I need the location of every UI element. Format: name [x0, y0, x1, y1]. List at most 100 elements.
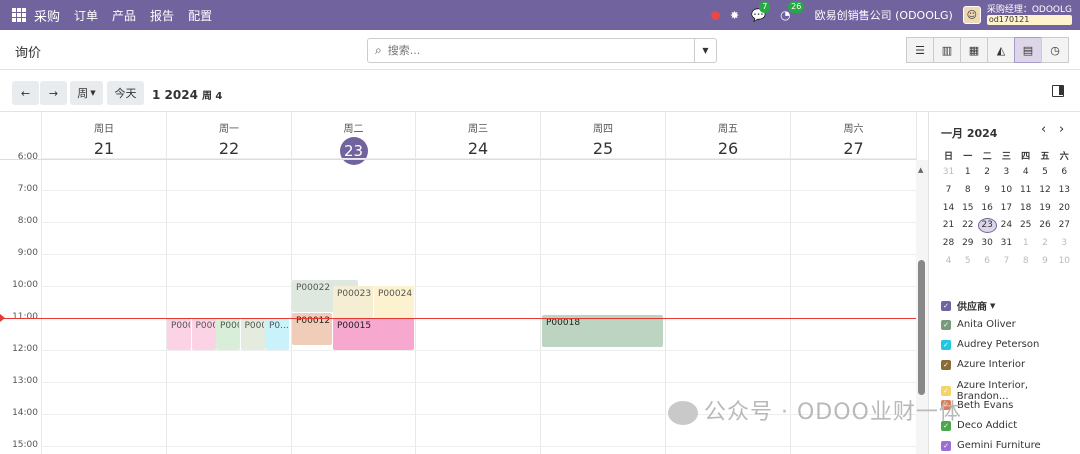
calendar-event[interactable]: P00024: [374, 286, 414, 318]
mini-day[interactable]: 5: [1036, 167, 1055, 177]
checkbox-icon[interactable]: ✓: [941, 359, 951, 370]
day-header[interactable]: 周六 27: [790, 112, 916, 160]
mini-day[interactable]: 9: [1036, 256, 1055, 266]
search-input[interactable]: [387, 44, 668, 57]
mini-day[interactable]: 28: [939, 238, 958, 248]
mini-day[interactable]: 21: [939, 220, 958, 230]
mini-day[interactable]: 10: [1055, 256, 1074, 266]
mini-day[interactable]: 26: [1036, 220, 1055, 230]
scale-dropdown[interactable]: 周 ▼: [70, 81, 103, 105]
kanban-view-button[interactable]: ▥: [933, 37, 961, 63]
mini-day[interactable]: 24: [997, 220, 1016, 230]
activity-icon[interactable]: ◔ 26: [780, 1, 805, 22]
calendar-event[interactable]: P000: [191, 318, 216, 350]
calendar-event[interactable]: P00018: [542, 314, 663, 347]
mini-day[interactable]: 13: [1055, 185, 1074, 195]
checkbox-icon[interactable]: ✓: [941, 319, 951, 330]
filter-item[interactable]: ✓ Audrey Peterson: [941, 339, 1039, 350]
mini-day[interactable]: 11: [1016, 185, 1035, 195]
day-header[interactable]: 周一 22: [166, 112, 291, 160]
next-button[interactable]: →: [40, 81, 67, 105]
day-header[interactable]: 周五 26: [665, 112, 790, 160]
day-header[interactable]: 周三 24: [415, 112, 540, 160]
calendar-event[interactable]: P000: [167, 318, 191, 350]
calendar-event[interactable]: P000: [240, 318, 265, 350]
menu-configuration[interactable]: 配置: [188, 7, 212, 24]
calendar-event[interactable]: P00023: [333, 286, 373, 318]
calendar-event[interactable]: P0...: [265, 318, 289, 350]
mini-day[interactable]: 25: [1016, 220, 1035, 230]
mini-day[interactable]: 3: [1055, 238, 1074, 248]
mini-day[interactable]: 3: [997, 167, 1016, 177]
mini-day[interactable]: 31: [997, 238, 1016, 248]
mini-day[interactable]: 1: [1016, 238, 1035, 248]
company-switcher[interactable]: 欧易创销售公司 (ODOOLG): [815, 7, 953, 23]
mini-day[interactable]: 15: [958, 203, 977, 213]
menu-reporting[interactable]: 报告: [150, 7, 174, 24]
mini-prev-month-icon[interactable]: ‹: [1041, 122, 1046, 137]
mini-day[interactable]: 8: [1016, 256, 1035, 266]
mini-day[interactable]: 6: [978, 256, 997, 266]
mini-day[interactable]: 7: [939, 185, 958, 195]
mini-day[interactable]: 2: [978, 167, 997, 177]
mini-day[interactable]: 16: [978, 203, 997, 213]
mini-day[interactable]: 2: [1036, 238, 1055, 248]
mini-day[interactable]: 5: [958, 256, 977, 266]
list-icon: ☰: [915, 43, 925, 57]
menu-orders[interactable]: 订单: [74, 7, 98, 24]
user-avatar[interactable]: ☺: [962, 6, 981, 24]
mini-day[interactable]: 8: [958, 185, 977, 195]
sidebar-toggle-icon[interactable]: [1052, 85, 1064, 97]
checkbox-icon[interactable]: ✓: [941, 440, 951, 451]
mini-day[interactable]: 27: [1055, 220, 1074, 230]
calendar-event[interactable]: P000: [216, 318, 240, 350]
mini-day[interactable]: 1: [958, 167, 977, 177]
mini-day[interactable]: 10: [997, 185, 1016, 195]
filter-item[interactable]: ✓ Azure Interior: [941, 359, 1025, 370]
mini-day[interactable]: 7: [997, 256, 1016, 266]
mini-day[interactable]: 6: [1055, 167, 1074, 177]
mini-day[interactable]: 4: [1016, 167, 1035, 177]
calendar-event[interactable]: P00015: [333, 318, 414, 350]
day-header[interactable]: 周二 23: [291, 112, 415, 165]
filter-header[interactable]: ✓ 供应商 ▼: [941, 298, 995, 313]
mini-day[interactable]: 19: [1036, 203, 1055, 213]
list-view-button[interactable]: ☰: [906, 37, 934, 63]
mini-day[interactable]: 14: [939, 203, 958, 213]
day-header[interactable]: 周日 21: [41, 112, 166, 160]
mini-day[interactable]: 17: [997, 203, 1016, 213]
apps-menu-icon[interactable]: [12, 8, 26, 22]
filter-item[interactable]: ✓ Anita Oliver: [941, 319, 1016, 330]
mini-day[interactable]: 20: [1055, 203, 1074, 213]
record-status-icon[interactable]: [710, 10, 720, 20]
calendar-view-button[interactable]: ▤: [1014, 37, 1042, 63]
mini-next-month-icon[interactable]: ›: [1059, 122, 1064, 137]
mini-day[interactable]: 31: [939, 167, 958, 177]
mini-day[interactable]: 12: [1036, 185, 1055, 195]
filter-item[interactable]: ✓ Gemini Furniture: [941, 440, 1041, 451]
menu-products[interactable]: 产品: [112, 7, 136, 24]
user-menu[interactable]: 采购经理：ODOOLG od170121: [986, 5, 1072, 25]
search-options-toggle[interactable]: ▼: [694, 39, 716, 62]
day-header[interactable]: 周四 25: [540, 112, 665, 160]
mini-day[interactable]: 18: [1016, 203, 1035, 213]
pivot-view-button[interactable]: ▦: [960, 37, 988, 63]
scroll-thumb[interactable]: [918, 260, 925, 395]
mini-day[interactable]: 23: [977, 218, 997, 234]
checkbox-icon[interactable]: ✓: [941, 300, 951, 311]
debug-icon[interactable]: ✸: [730, 9, 739, 22]
mini-day[interactable]: 9: [978, 185, 997, 195]
mini-day[interactable]: 4: [939, 256, 958, 266]
checkbox-icon[interactable]: ✓: [941, 339, 951, 350]
activity-view-button[interactable]: ◷: [1041, 37, 1069, 63]
app-name[interactable]: 采购: [34, 6, 60, 25]
scroll-up-icon[interactable]: ▲: [918, 166, 923, 174]
mini-day[interactable]: 30: [978, 238, 997, 248]
search-bar[interactable]: ⌕ ▼: [367, 38, 717, 63]
today-button[interactable]: 今天: [107, 81, 144, 105]
previous-button[interactable]: ←: [12, 81, 39, 105]
graph-view-button[interactable]: ◭: [987, 37, 1015, 63]
mini-day[interactable]: 22: [958, 220, 977, 230]
mini-day[interactable]: 29: [958, 238, 977, 248]
messaging-icon[interactable]: 💬 7: [751, 1, 771, 22]
